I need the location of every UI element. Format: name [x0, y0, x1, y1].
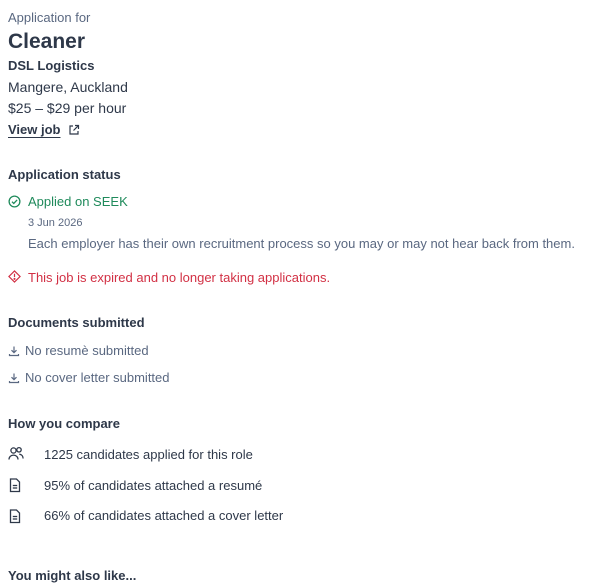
download-icon — [8, 371, 20, 389]
employer-process-note: Each employer has their own recruitment … — [28, 236, 575, 251]
candidates-applied-stat: 1225 candidates applied for this role — [44, 447, 253, 462]
applied-status: Applied on SEEK — [28, 194, 128, 209]
document-icon — [9, 478, 21, 498]
no-resume-item: No resumè submitted — [25, 343, 149, 358]
warning-diamond-icon — [8, 270, 21, 288]
how-you-compare-heading: How you compare — [8, 416, 120, 431]
application-status-heading: Application status — [8, 167, 121, 182]
download-icon — [8, 344, 20, 362]
view-job-link[interactable]: View job — [8, 122, 61, 137]
job-expired-message: This job is expired and no longer taking… — [28, 270, 331, 285]
company-name: DSL Logistics — [8, 58, 95, 73]
check-circle-icon — [8, 195, 21, 213]
no-cover-letter-item: No cover letter submitted — [25, 370, 170, 385]
people-icon — [8, 446, 24, 466]
job-salary: $25 – $29 per hour — [8, 100, 127, 116]
job-location: Mangere, Auckland — [8, 79, 128, 95]
external-link-icon[interactable] — [68, 123, 80, 141]
applied-date: 3 Jun 2026 — [28, 217, 83, 229]
job-title: Cleaner — [8, 30, 86, 53]
document-icon — [9, 509, 21, 529]
resume-attached-stat: 95% of candidates attached a resumé — [44, 478, 263, 493]
documents-heading: Documents submitted — [8, 315, 145, 330]
application-for-label: Application for — [8, 10, 91, 25]
cover-letter-attached-stat: 66% of candidates attached a cover lette… — [44, 508, 284, 523]
